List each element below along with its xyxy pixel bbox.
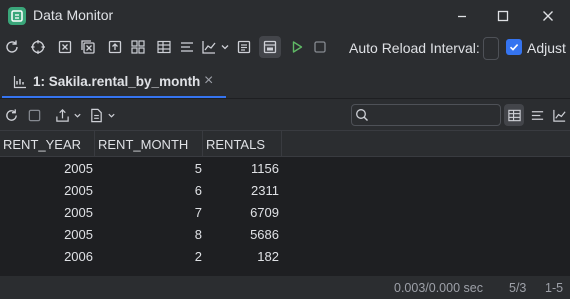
refresh-icon[interactable] (1, 36, 23, 58)
active-tab-indicator (2, 96, 226, 98)
grid-stop-icon[interactable] (25, 106, 43, 124)
grid-document-icon[interactable] (87, 106, 105, 124)
panel-toggle-icon[interactable] (259, 36, 281, 58)
cell-rentals[interactable]: 2311 (203, 180, 279, 202)
stop-icon[interactable] (309, 36, 331, 58)
cell-rent-year[interactable]: 2005 (0, 202, 93, 224)
grid-refresh-icon[interactable] (2, 106, 20, 124)
row-range: 1-5 (545, 281, 564, 295)
tab-rental-by-month[interactable]: 1: Sakila.rental_by_month (33, 74, 200, 89)
cell-rent-month[interactable]: 5 (95, 158, 202, 180)
app-logo-icon (8, 7, 26, 25)
cursor-position: 5/3 (509, 281, 527, 295)
auto-reload-label: Auto Reload Interval: (349, 40, 480, 56)
close-window-button[interactable] (533, 4, 563, 28)
export-icon[interactable] (104, 36, 126, 58)
column-header-rentals[interactable]: RENTALS (203, 131, 282, 157)
grid-search-input[interactable] (351, 104, 501, 126)
query-timing: 0.003/0.000 sec (394, 281, 483, 295)
target-icon[interactable] (27, 36, 49, 58)
window-title: Data Monitor (33, 7, 114, 23)
status-bar (0, 275, 570, 299)
cell-rentals[interactable]: 5686 (203, 224, 279, 246)
column-header-rent-month[interactable]: RENT_MONTH (95, 131, 203, 157)
cell-rentals[interactable]: 1156 (203, 158, 279, 180)
cell-rent-year[interactable]: 2005 (0, 224, 93, 246)
chevron-down-icon[interactable] (219, 40, 231, 54)
column-header-rent-year[interactable]: RENT_YEAR (0, 131, 95, 157)
adjust-label: Adjust (527, 40, 566, 56)
cell-rent-year[interactable]: 2005 (0, 158, 93, 180)
grid-text-view-icon[interactable] (528, 106, 546, 124)
clear-icon[interactable] (54, 36, 76, 58)
cell-rent-month[interactable]: 8 (95, 224, 202, 246)
table-chart-icon (12, 74, 28, 90)
text-view-icon[interactable] (233, 36, 255, 58)
grid-chart-view-icon[interactable] (550, 106, 568, 124)
close-tab-icon[interactable]: × (204, 72, 213, 90)
grid-export-icon[interactable] (53, 106, 71, 124)
cell-rent-year[interactable]: 2005 (0, 180, 93, 202)
header-filler (282, 131, 570, 157)
cell-rent-month[interactable]: 2 (95, 246, 202, 268)
grid-table-view-icon[interactable] (504, 104, 524, 126)
cell-rent-year[interactable]: 2006 (0, 246, 93, 268)
minimize-button[interactable] (447, 4, 477, 28)
export-chevron-down-icon[interactable] (72, 108, 82, 122)
adjust-checkbox[interactable] (506, 39, 522, 55)
chart-icon[interactable] (198, 36, 220, 58)
table-view-icon[interactable] (153, 36, 175, 58)
maximize-button[interactable] (488, 4, 518, 28)
align-left-icon[interactable] (176, 36, 198, 58)
cell-rent-month[interactable]: 6 (95, 180, 202, 202)
auto-reload-interval-input[interactable] (483, 37, 499, 60)
search-icon (354, 107, 370, 123)
cell-rentals[interactable]: 6709 (203, 202, 279, 224)
cell-rent-month[interactable]: 7 (95, 202, 202, 224)
run-icon[interactable] (286, 36, 308, 58)
layout-icon[interactable] (127, 36, 149, 58)
document-chevron-down-icon[interactable] (106, 108, 116, 122)
clear-all-icon[interactable] (77, 36, 99, 58)
cell-rentals[interactable]: 182 (203, 246, 279, 268)
